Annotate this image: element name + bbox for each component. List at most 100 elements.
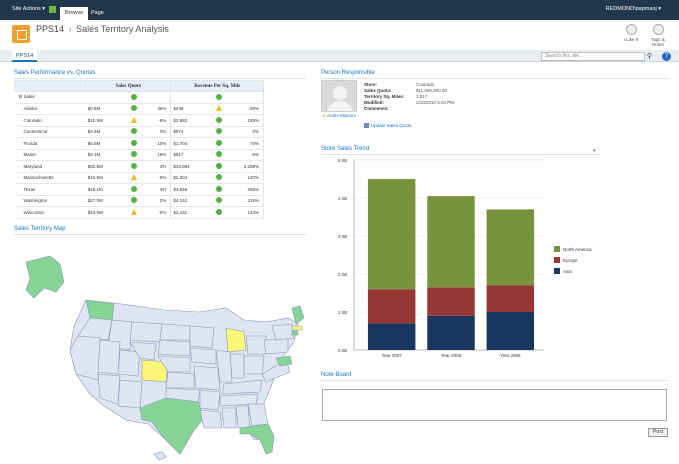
scorecard-title[interactable]: Sales Performance vs. Quotas <box>14 70 95 76</box>
person-name-link[interactable]: Andre Malcom <box>322 113 356 119</box>
column-header-revenue[interactable]: Revenue Per Sq. Mile <box>170 80 264 92</box>
post-button[interactable]: Post <box>648 428 668 437</box>
table-row[interactable]: Colorado $10.9M -6% $2,882 185% <box>14 114 264 127</box>
store-sales-trend-chart[interactable]: 0.0B 1.0B 2.0B 3.0B 4.0B 5.0B Year 2007 Year 20… <box>318 156 618 366</box>
table-row[interactable]: Massachusetts $10.9M -5% $2,204 120% <box>14 172 264 184</box>
revenue-value: $2,204 <box>170 172 215 184</box>
row-label[interactable]: Maryland <box>14 160 86 173</box>
revenue-indicator <box>214 114 230 127</box>
store-sales-trend-title[interactable]: Store Sales Trend <box>321 146 369 152</box>
row-label[interactable]: Connecticut <box>14 126 86 138</box>
row-label[interactable]: Colorado <box>14 114 86 127</box>
site-link[interactable]: PPS14 <box>36 24 64 34</box>
tab-browse[interactable]: Browse <box>60 7 89 20</box>
revenue-indicator <box>214 149 230 161</box>
state-massachusetts[interactable] <box>291 325 303 331</box>
update-sales-quota-link[interactable]: Update Sales Quota <box>364 123 412 129</box>
status-good-icon <box>216 151 223 158</box>
status-warning-icon <box>131 208 138 215</box>
row-label[interactable]: Massachusetts <box>14 172 86 184</box>
state-connecticut[interactable] <box>291 330 299 336</box>
state-ohio[interactable] <box>243 355 265 375</box>
note-board-input[interactable] <box>322 389 667 421</box>
table-row[interactable]: Connecticut $4.4M 0% $974 -2% <box>14 126 264 138</box>
column-header-sales-quota[interactable]: Sales Quota <box>85 80 172 92</box>
tab-page[interactable]: Page <box>86 7 109 20</box>
map-title[interactable]: Sales Territory Map <box>14 226 66 232</box>
bar-segment-europe <box>486 285 535 312</box>
state-indiana[interactable] <box>229 353 245 379</box>
revenue-indicator <box>214 137 230 150</box>
state-alabama[interactable] <box>235 405 251 429</box>
status-good-icon <box>131 185 138 192</box>
row-label[interactable]: Wisconsin <box>14 206 86 219</box>
revenue-variance: 143% <box>229 206 264 219</box>
sales-quota-variance: 36% <box>144 103 172 115</box>
navigate-up-icon[interactable] <box>49 6 56 13</box>
scorecard-header-blank <box>13 80 87 92</box>
state-utah[interactable] <box>117 349 141 377</box>
status-good-icon <box>131 93 138 100</box>
user-menu[interactable]: REDMOND\papmanj ▾ <box>606 6 661 12</box>
sales-quota-variance: 3% <box>144 183 172 196</box>
state-louisiana[interactable] <box>199 409 223 429</box>
table-row[interactable]: Alaska $0.6M 36% $446 -50% <box>14 103 264 115</box>
site-actions-menu[interactable]: Site Actions ▾ <box>12 6 45 12</box>
bar-segment-north-america <box>427 196 475 288</box>
row-label[interactable]: Washington <box>14 195 86 207</box>
state-minnesota[interactable] <box>189 325 215 349</box>
state-arkansas[interactable] <box>199 389 221 411</box>
state-kansas[interactable] <box>165 371 195 389</box>
state-iowa[interactable] <box>189 347 217 365</box>
revenue-variance: 266% <box>229 183 264 196</box>
sales-quota-value: $62.8M <box>85 160 130 173</box>
state-michigan[interactable] <box>245 335 267 355</box>
row-label[interactable]: Texas <box>14 183 86 196</box>
state-wisconsin[interactable] <box>225 327 247 353</box>
row-label[interactable]: Florida <box>14 137 86 150</box>
state-alaska[interactable] <box>25 255 65 299</box>
state-california[interactable] <box>69 335 101 381</box>
state-new-mexico[interactable] <box>117 379 143 409</box>
state-south-dakota[interactable] <box>157 339 191 357</box>
search-input[interactable]: Search this site... <box>541 52 645 61</box>
revenue-indicator <box>214 103 230 115</box>
sales-quota-indicator <box>129 149 145 161</box>
row-label[interactable]: Alaska <box>14 103 86 115</box>
tags-notes-button[interactable]: Tags & Notes <box>645 24 671 47</box>
status-warning-icon <box>216 105 223 112</box>
table-row[interactable]: Wisconsin $10.9M -5% $2,431 143% <box>14 206 264 219</box>
table-row[interactable]: Florida $6.5M 10% $1,704 70% <box>14 137 264 150</box>
state-north-dakota[interactable] <box>159 323 191 341</box>
table-row[interactable]: Washington $27.0M 2% $4,152 315% <box>14 195 264 207</box>
person-responsible-title[interactable]: Person Responsible <box>321 70 375 76</box>
tag-icon <box>652 24 664 35</box>
state-montana[interactable] <box>129 321 163 343</box>
state-missouri[interactable] <box>193 365 221 391</box>
state-hawaii[interactable] <box>153 451 167 461</box>
us-territory-map[interactable] <box>4 242 304 462</box>
search-icon[interactable]: ⚲ <box>645 52 654 61</box>
status-good-icon <box>216 174 223 181</box>
sales-quota-value: $10.9M <box>85 172 130 184</box>
sales-quota-variance: -5% <box>144 206 172 219</box>
table-row[interactable]: Texas $18.1M 3% $3,656 266% <box>14 183 264 196</box>
root-row-label[interactable]: ⊟ Sales <box>14 91 86 104</box>
row-label[interactable]: Maine <box>14 149 86 161</box>
sales-quota-variance: -6% <box>144 114 172 127</box>
site-logo-icon[interactable] <box>12 25 30 43</box>
state-pennsylvania[interactable] <box>263 337 289 355</box>
i-like-it-button[interactable]: I Like It <box>618 24 644 42</box>
topnav-tab-pps14[interactable]: PPS14 <box>12 50 38 62</box>
help-icon[interactable]: ? <box>662 52 671 61</box>
table-row[interactable]: Maine $3.1M 18% $917 -8% <box>14 149 264 161</box>
sales-quota-indicator <box>129 183 145 196</box>
state-nevada[interactable] <box>97 339 121 375</box>
state-new-york[interactable] <box>271 323 295 341</box>
sales-quota-indicator <box>129 114 145 127</box>
sales-quota-value: $3.1M <box>85 149 130 161</box>
y-tick-label: 2.0B <box>338 272 347 277</box>
table-row[interactable]: Maryland $62.8M 3% $33,984 3,298% <box>14 160 264 173</box>
state-texas[interactable] <box>139 397 205 455</box>
state-mississippi[interactable] <box>221 407 237 429</box>
